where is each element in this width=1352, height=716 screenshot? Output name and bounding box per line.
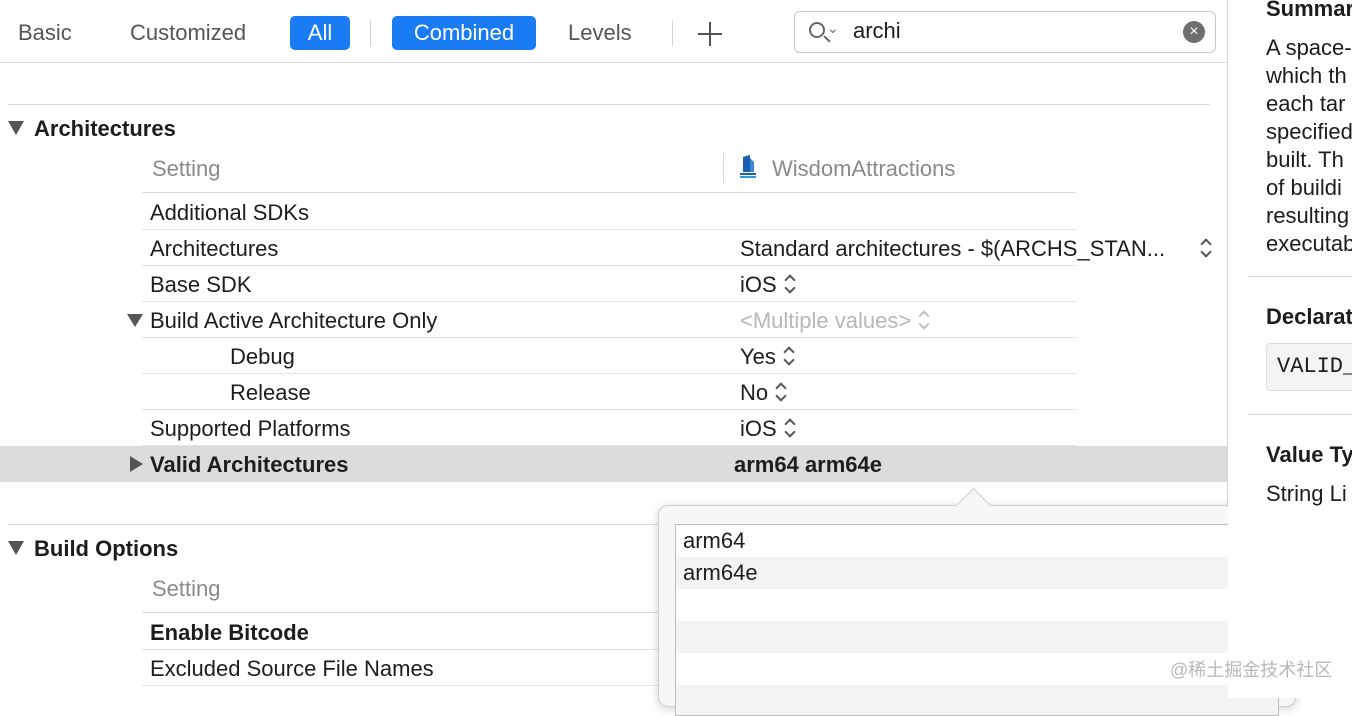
row-divider (142, 685, 662, 686)
up-down-stepper-icon[interactable] (919, 310, 929, 330)
setting-name: Release (230, 380, 311, 405)
column-header-setting: Setting (152, 576, 221, 601)
disclosure-triangle-icon[interactable] (130, 456, 143, 472)
up-down-stepper-icon[interactable] (776, 382, 786, 402)
table-row[interactable]: Release No (0, 374, 1228, 410)
setting-name: Supported Platforms (150, 416, 351, 441)
list-item[interactable]: arm64e (676, 557, 1278, 589)
inspector-divider-line (1248, 276, 1352, 277)
column-header-target: WisdomAttractions (772, 156, 956, 181)
disclosure-triangle-icon[interactable] (8, 121, 24, 136)
setting-name: Build Active Architecture Only (150, 308, 438, 333)
column-header-setting: Setting (152, 156, 221, 181)
section-title: Build Options (34, 536, 179, 561)
section-title: Architectures (34, 116, 176, 141)
summary-line: which th (1266, 63, 1347, 88)
disclosure-triangle-icon[interactable] (127, 314, 143, 327)
header-divider (142, 192, 1076, 193)
toolbar-divider (672, 20, 673, 46)
setting-value[interactable]: iOS (740, 272, 795, 298)
header-divider (142, 612, 662, 613)
setting-value[interactable]: No (740, 380, 786, 406)
app-target-icon (740, 155, 756, 178)
view-combined-button[interactable]: Combined (392, 16, 536, 50)
table-row[interactable]: Debug Yes (0, 338, 1228, 374)
table-row[interactable]: Base SDK iOS (0, 266, 1228, 302)
value-type: String Li (1266, 481, 1347, 506)
declaration-title: Declarat (1266, 304, 1352, 329)
list-item-empty[interactable] (676, 589, 1278, 621)
summary-line: executab (1266, 231, 1352, 256)
summary-line: resulting (1266, 203, 1350, 228)
setting-value-text: iOS (740, 272, 777, 297)
up-down-stepper-icon[interactable] (784, 346, 794, 366)
table-row[interactable]: Additional SDKs (0, 194, 1228, 230)
quick-help-inspector: Summary A space- which th each tar speci… (1228, 0, 1352, 698)
setting-value[interactable]: iOS (740, 416, 795, 442)
declaration-value: VALID_ (1266, 343, 1352, 391)
toolbar-divider (370, 20, 371, 46)
list-item[interactable]: arm64 (676, 525, 1278, 557)
column-separator (723, 153, 724, 183)
filter-customized-button[interactable]: Customized (130, 16, 246, 50)
setting-value-text: Yes (740, 344, 776, 369)
setting-value-text: iOS (740, 416, 777, 441)
setting-value[interactable]: arm64 arm64e (734, 452, 882, 478)
view-levels-button[interactable]: Levels (568, 16, 632, 50)
summary-line: built. Th (1266, 147, 1344, 172)
table-row-selected[interactable]: Valid Architectures arm64 arm64e (0, 446, 1228, 482)
section-divider (8, 104, 1210, 105)
table-row[interactable]: Supported Platforms iOS (0, 410, 1228, 446)
setting-name: Base SDK (150, 272, 252, 297)
architectures-list[interactable]: arm64 arm64e (675, 524, 1279, 716)
search-field[interactable]: ⌄ × (794, 11, 1216, 53)
up-down-stepper-icon[interactable] (785, 418, 795, 438)
plus-icon[interactable] (696, 20, 724, 48)
up-down-stepper-icon[interactable] (1201, 238, 1211, 258)
disclosure-triangle-icon[interactable] (8, 541, 24, 556)
setting-name: Additional SDKs (150, 200, 309, 225)
settings-toolbar: Basic Customized All Combined Levels ⌄ × (0, 0, 1227, 63)
setting-name: Enable Bitcode (150, 620, 309, 645)
summary-line: A space- (1266, 35, 1352, 60)
setting-name: Debug (230, 344, 295, 369)
section-header-architectures[interactable]: Architectures (8, 116, 176, 142)
setting-value[interactable]: Standard architectures - $(ARCHS_STAN... (740, 236, 1165, 262)
setting-value-text: <Multiple values> (740, 308, 912, 333)
filter-basic-button[interactable]: Basic (18, 16, 72, 50)
list-item-empty[interactable] (676, 621, 1278, 653)
setting-name: Valid Architectures (150, 452, 349, 477)
table-row[interactable]: Architectures Standard architectures - $… (0, 230, 1228, 266)
search-icon[interactable] (809, 22, 825, 38)
value-type-title: Value Ty (1266, 442, 1352, 467)
setting-name: Excluded Source File Names (150, 656, 434, 681)
watermark: @稀土掘金技术社区 (1170, 660, 1333, 680)
setting-value[interactable]: Yes (740, 344, 794, 370)
search-input[interactable] (853, 16, 1173, 46)
setting-value-text: No (740, 380, 769, 405)
list-item-empty[interactable] (676, 685, 1278, 715)
summary-line: each tar (1266, 91, 1346, 116)
summary-line: of buildi (1266, 175, 1342, 200)
summary-line: specified (1266, 119, 1352, 144)
up-down-stepper-icon[interactable] (785, 274, 795, 294)
summary-title: Summary (1266, 0, 1352, 21)
filter-all-button[interactable]: All (290, 16, 350, 50)
table-row[interactable]: Build Active Architecture Only <Multiple… (0, 302, 1228, 338)
clear-icon[interactable]: × (1183, 21, 1205, 43)
inspector-divider-line (1248, 414, 1352, 415)
setting-value[interactable]: <Multiple values> (740, 308, 929, 334)
setting-value-text: Standard architectures - $(ARCHS_STAN... (740, 236, 1166, 261)
setting-name: Architectures (150, 236, 279, 261)
chevron-down-icon[interactable]: ⌄ (827, 20, 839, 37)
section-header-build-options[interactable]: Build Options (8, 536, 178, 562)
